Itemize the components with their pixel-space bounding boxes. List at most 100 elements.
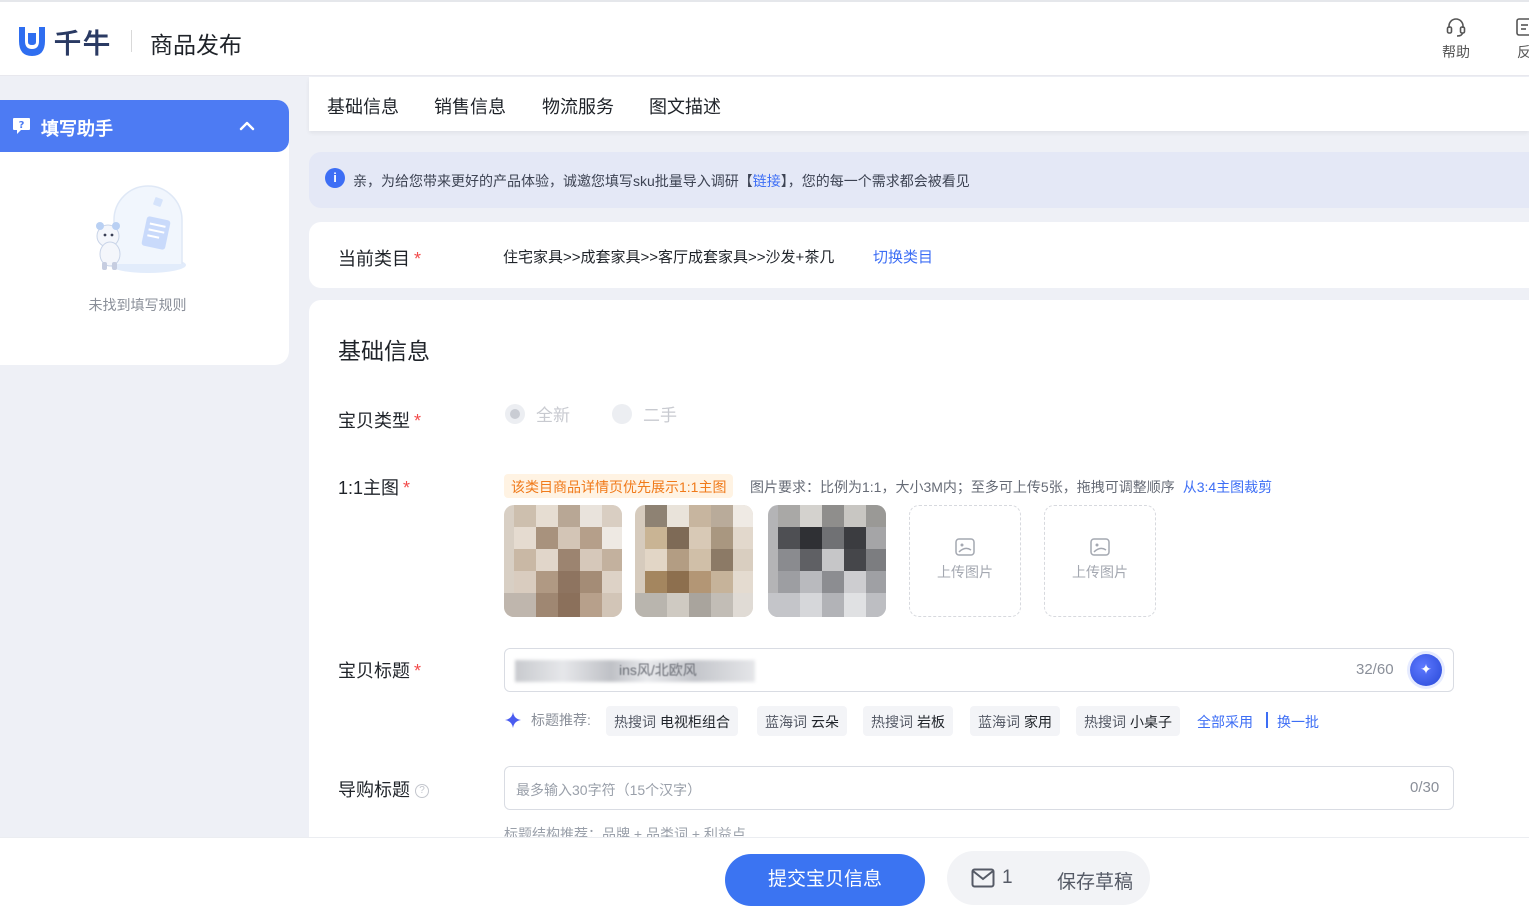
chip-word: 小桌子 [1130, 714, 1172, 730]
radio-dot [612, 403, 632, 424]
required-mark: * [403, 478, 411, 498]
guide-title-input[interactable]: 最多输入30字符（15个汉字） 0/30 [504, 766, 1454, 810]
chip-kind: 蓝海词 [978, 714, 1020, 730]
switch-category-link[interactable]: 切换类目 [873, 246, 933, 267]
pixelated-image [635, 505, 753, 617]
radio-secondhand-label: 二手 [643, 406, 677, 425]
fill-assistant-header[interactable]: ? 填写助手 [0, 100, 289, 152]
crop-from-3-4-link[interactable]: 从3:4主图裁剪 [1183, 479, 1272, 495]
tab-description[interactable]: 图文描述 [649, 93, 721, 119]
save-draft-button[interactable]: 1 保存草稿 [947, 851, 1150, 905]
product-image-3[interactable] [768, 505, 886, 617]
help-question-icon[interactable]: ? [415, 784, 429, 799]
item-title-label: 宝贝标题 * [338, 657, 421, 683]
item-type-label-text: 宝贝类型 [338, 411, 410, 431]
notice-text-before: 亲，为给您带来更好的产品体验，诚邀您填写sku批量导入调研【 [353, 173, 753, 189]
upload-image-slot-4[interactable]: 上传图片 [909, 505, 1021, 617]
logo-text: 千牛 [54, 29, 112, 59]
guide-title-label-text: 导购标题 [338, 780, 410, 800]
qianniu-logo-icon [19, 26, 45, 56]
survey-link[interactable]: 链接 [753, 173, 781, 189]
required-mark: * [414, 249, 422, 269]
bottom-action-bar: 提交宝贝信息 1 保存草稿 [0, 837, 1529, 914]
ai-sparkle-button[interactable] [1410, 654, 1442, 686]
category-path: 住宅家具>>成套家具>>客厅成套家具>>沙发+茶几 [503, 249, 835, 266]
notice-text-after: 】，您的每一个需求都会被看见 [780, 173, 970, 189]
suggestion-chip[interactable]: 热搜词 岩板 [863, 706, 953, 736]
pixelated-image [768, 505, 886, 617]
category-card: 当前类目 * 住宅家具>>成套家具>>客厅成套家具>>沙发+茶几 切换类目 [309, 222, 1529, 288]
upload-label: 上传图片 [937, 564, 993, 580]
headset-icon [1446, 18, 1466, 37]
suggestion-chip[interactable]: 热搜词 小桌子 [1076, 706, 1180, 736]
image-requirement-text: 图片要求：比例为1:1，大小3M内；至多可上传5张，拖拽可调整顺序 [750, 479, 1175, 495]
question-bubble-icon: ? [13, 118, 30, 134]
qianniu-logo[interactable]: 千牛 [16, 22, 112, 61]
guide-title-placeholder: 最多输入30字符（15个汉字） [516, 782, 702, 798]
feedback-icon [1516, 18, 1529, 36]
item-title-label-text: 宝贝标题 [338, 661, 410, 681]
tab-basic-info[interactable]: 基础信息 [327, 93, 399, 119]
svg-text:?: ? [19, 120, 25, 131]
help-label: 帮助 [1442, 44, 1470, 60]
title-suggestion-label: 标题推荐: [531, 712, 591, 728]
category-label-text: 当前类目 [338, 249, 410, 269]
radio-new[interactable]: 全新 [505, 401, 570, 426]
chip-word: 电视柜组合 [660, 714, 730, 730]
radio-new-label: 全新 [536, 406, 570, 425]
guide-title-label: 导购标题? [338, 776, 429, 802]
chip-kind: 蓝海词 [765, 714, 807, 730]
empty-state-illustration [96, 185, 186, 273]
product-image-2[interactable] [635, 505, 753, 617]
product-image-1[interactable] [504, 505, 622, 617]
radio-secondhand[interactable]: 二手 [612, 401, 677, 426]
top-header: 千牛 商品发布 帮助 反 [0, 0, 1529, 76]
main-image-tip: 该类目商品详情页优先展示1:1主图 [504, 474, 734, 498]
title-visible-fragment: ins风/北欧风 [619, 662, 697, 678]
required-mark: * [414, 661, 422, 681]
category-label: 当前类目 * [338, 245, 421, 271]
header-divider [131, 30, 132, 52]
guide-title-char-count: 0/30 [1410, 779, 1440, 796]
section-title: 基础信息 [338, 338, 430, 364]
help-button[interactable]: 帮助 [1436, 16, 1476, 62]
save-draft-label: 保存草稿 [1057, 872, 1134, 893]
upload-label: 上传图片 [1072, 564, 1128, 580]
notice-text: 亲，为给您带来更好的产品体验，诚邀您填写sku批量导入调研【链接】，您的每一个需… [353, 171, 970, 191]
main-image-label-text: 1:1主图 [338, 478, 400, 498]
chip-word: 云朵 [811, 714, 839, 730]
tab-logistics[interactable]: 物流服务 [542, 93, 614, 119]
item-title-input[interactable]: ins风/北欧风 32/60 [504, 648, 1454, 692]
upload-image-slot-5[interactable]: 上传图片 [1044, 505, 1156, 617]
image-upload-icon [1090, 538, 1110, 556]
fill-assistant-panel: ? 填写助手 未找到填写规则 [0, 100, 289, 365]
chip-word: 家用 [1024, 714, 1052, 730]
radio-dot-selected [505, 403, 525, 424]
page-title: 商品发布 [150, 32, 242, 58]
main-image-label: 1:1主图 * [338, 474, 410, 500]
mail-icon [971, 868, 995, 888]
survey-notice: i 亲，为给您带来更好的产品体验，诚邀您填写sku批量导入调研【链接】，您的每一… [309, 152, 1529, 208]
adopt-all-button[interactable]: 全部采用 [1197, 712, 1253, 732]
suggestion-chip[interactable]: 蓝海词 云朵 [757, 706, 847, 736]
tab-sales-info[interactable]: 销售信息 [434, 93, 506, 119]
chip-kind: 热搜词 [614, 714, 656, 730]
image-requirement: 图片要求：比例为1:1，大小3M内；至多可上传5张，拖拽可调整顺序 从3:4主图裁… [750, 477, 1272, 497]
chevron-up-icon[interactable] [238, 117, 256, 135]
required-mark: * [414, 411, 422, 431]
image-upload-icon [955, 538, 975, 556]
suggestion-chip[interactable]: 蓝海词 家用 [970, 706, 1060, 736]
action-divider [1266, 712, 1268, 728]
section-tabs: 基础信息 销售信息 物流服务 图文描述 [309, 77, 1529, 131]
item-type-label: 宝贝类型 * [338, 407, 421, 433]
title-char-count: 32/60 [1356, 661, 1394, 678]
sparkle-icon [505, 712, 521, 728]
basic-info-form: 基础信息 宝贝类型 * 全新 二手 1:1主图 * 该类目商品详情页优先展示1:1主… [309, 300, 1529, 840]
pixelated-image [504, 505, 622, 617]
suggestion-chip[interactable]: 热搜词 电视柜组合 [606, 706, 738, 736]
submit-item-button[interactable]: 提交宝贝信息 [725, 854, 925, 906]
chip-word: 岩板 [917, 714, 945, 730]
feedback-button[interactable]: 反 [1504, 16, 1529, 62]
refresh-suggestions-button[interactable]: 换一批 [1277, 712, 1319, 732]
chip-kind: 热搜词 [1084, 714, 1126, 730]
